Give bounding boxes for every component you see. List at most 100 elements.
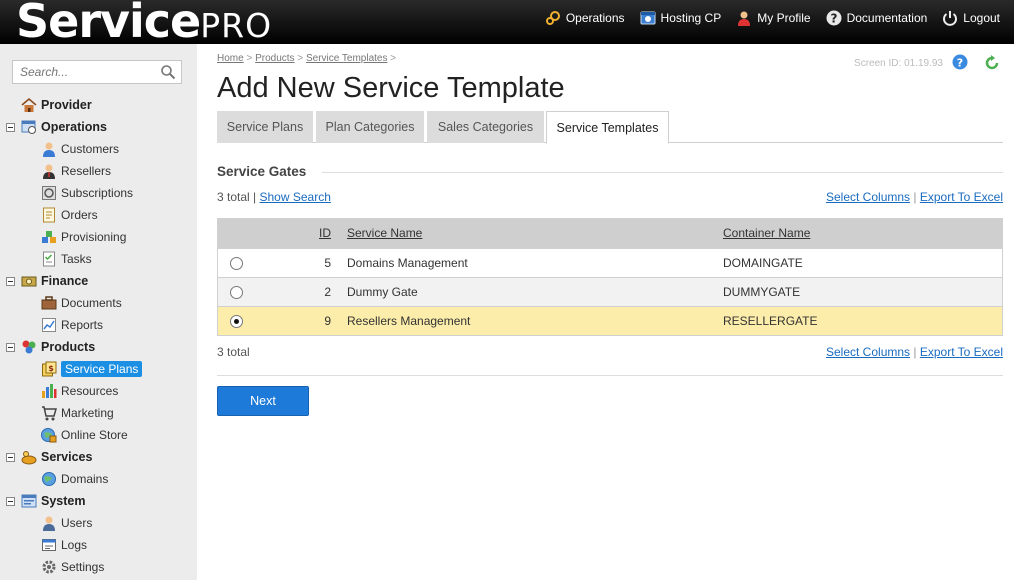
sidebar-item-label: Logs: [61, 538, 88, 552]
help-icon[interactable]: ?: [952, 54, 968, 70]
topnav-logout[interactable]: Logout: [942, 9, 1000, 27]
refresh-icon[interactable]: [983, 54, 1001, 72]
svg-text:?: ?: [957, 57, 963, 70]
sidebar-item-label: Provider: [41, 98, 92, 112]
tab-sales-categories[interactable]: Sales Categories: [427, 111, 544, 143]
topnav-logout-label: Logout: [963, 11, 1000, 25]
breadcrumb-home[interactable]: Home: [217, 53, 244, 64]
hosting-cp-icon: [640, 11, 656, 25]
collapse-services-toggle[interactable]: [6, 453, 15, 462]
select-columns-link[interactable]: Select Columns: [826, 190, 910, 204]
marketing-icon: [41, 405, 57, 421]
tab-service-plans[interactable]: Service Plans: [217, 111, 313, 143]
sidebar-item-tasks[interactable]: Tasks: [41, 249, 92, 269]
logo-suffix: PRO: [200, 6, 273, 45]
search-icon[interactable]: [160, 64, 176, 80]
sidebar-item-subscriptions[interactable]: Subscriptions: [41, 183, 133, 203]
app-logo[interactable]: ServicePRO: [16, 0, 272, 48]
sidebar-item-resellers[interactable]: Resellers: [41, 161, 111, 181]
table-row[interactable]: 5 Domains Management DOMAINGATE: [218, 248, 1002, 277]
sidebar-item-label: Users: [61, 516, 93, 530]
collapse-system-toggle[interactable]: [6, 497, 15, 506]
section-title: Service Gates: [217, 164, 307, 179]
sidebar-item-resources[interactable]: Resources: [41, 381, 118, 401]
sidebar-item-label: Resellers: [61, 164, 112, 178]
table-row[interactable]: 2 Dummy Gate DUMMYGATE: [218, 277, 1002, 306]
column-header-container-name[interactable]: Container Name: [723, 219, 810, 247]
breadcrumb: Home > Products > Service Templates >: [217, 53, 397, 64]
sidebar-item-services[interactable]: Services: [21, 447, 92, 467]
topnav-my-profile[interactable]: My Profile: [736, 9, 811, 27]
domains-icon: [41, 471, 57, 487]
column-header-service-name[interactable]: Service Name: [347, 219, 422, 247]
row-container-name: RESELLERGATE: [723, 314, 818, 328]
sidebar-item-logs[interactable]: Logs: [41, 535, 87, 555]
next-button[interactable]: Next: [217, 386, 309, 416]
topnav-operations-label: Operations: [565, 11, 625, 25]
online-store-icon: [41, 427, 57, 443]
sidebar-item-label: Settings: [61, 560, 105, 574]
topnav-hosting-cp[interactable]: Hosting CP: [640, 9, 721, 27]
sidebar-item-products[interactable]: Products: [21, 337, 95, 357]
documents-icon: [41, 295, 57, 311]
sidebar-item-label: Documents: [61, 296, 122, 310]
sidebar-item-label: Provisioning: [61, 230, 127, 244]
topnav-operations[interactable]: Operations: [545, 9, 625, 27]
export-excel-link[interactable]: Export To Excel: [920, 190, 1003, 204]
row-service-name: Resellers Management: [347, 314, 471, 328]
export-excel-link[interactable]: Export To Excel: [920, 345, 1003, 359]
sidebar-item-customers[interactable]: Customers: [41, 139, 119, 159]
logo-brand: Service: [16, 0, 201, 48]
breadcrumb-products[interactable]: Products: [255, 53, 294, 64]
row-radio-cell: [230, 249, 243, 277]
row-service-name: Dummy Gate: [347, 285, 418, 299]
tab-service-templates[interactable]: Service Templates: [546, 111, 669, 144]
sidebar-search-input[interactable]: [13, 61, 153, 83]
sidebar-item-service-plans[interactable]: $ Service Plans: [41, 359, 143, 379]
breadcrumb-service-templates[interactable]: Service Templates: [306, 53, 388, 64]
power-icon: [943, 11, 958, 26]
sidebar-item-provider[interactable]: Provider: [21, 95, 92, 115]
svg-text:?: ?: [830, 12, 837, 26]
svg-text:$: $: [48, 364, 54, 373]
row-radio-selected[interactable]: [230, 314, 243, 328]
profile-icon: [738, 11, 751, 26]
select-columns-link[interactable]: Select Columns: [826, 345, 910, 359]
sidebar-item-domains[interactable]: Domains: [41, 469, 108, 489]
sidebar-item-label: Service Plans: [61, 361, 143, 377]
row-radio[interactable]: [230, 256, 243, 270]
topnav-documentation[interactable]: ? Documentation: [826, 9, 927, 27]
tab-bar: Service Plans Plan Categories Sales Cate…: [217, 111, 1003, 144]
sidebar-item-system[interactable]: System: [21, 491, 85, 511]
list-toolbar-bottom: 3 total Select Columns | Export To Excel: [217, 345, 1003, 361]
sidebar-item-label: Customers: [61, 142, 120, 156]
sidebar-item-finance[interactable]: Finance: [21, 271, 88, 291]
show-search-link[interactable]: Show Search: [260, 190, 331, 204]
collapse-products-toggle[interactable]: [6, 343, 15, 352]
provisioning-icon: [41, 229, 57, 245]
list-summary: 3 total: [217, 345, 250, 359]
service-gates-table: ID Service Name Container Name 5 Domains…: [217, 218, 1003, 336]
collapse-operations-toggle[interactable]: [6, 123, 15, 132]
sidebar: Provider Operations Customers Resellers …: [0, 44, 197, 580]
sidebar-item-provisioning[interactable]: Provisioning: [41, 227, 126, 247]
collapse-finance-toggle[interactable]: [6, 277, 15, 286]
sidebar-item-users[interactable]: Users: [41, 513, 92, 533]
sidebar-item-settings[interactable]: Settings: [41, 557, 104, 577]
row-container-name: DUMMYGATE: [723, 285, 801, 299]
products-icon: [21, 339, 37, 355]
customer-icon: [41, 141, 57, 157]
row-radio[interactable]: [230, 285, 243, 299]
row-radio-cell: [230, 278, 243, 306]
sidebar-item-orders[interactable]: Orders: [41, 205, 98, 225]
sidebar-item-operations[interactable]: Operations: [21, 117, 107, 137]
column-header-id[interactable]: ID: [319, 219, 331, 247]
sidebar-item-marketing[interactable]: Marketing: [41, 403, 114, 423]
sidebar-item-reports[interactable]: Reports: [41, 315, 103, 335]
sidebar-item-documents[interactable]: Documents: [41, 293, 122, 313]
screen-id: Screen ID: 01.19.93: [854, 58, 943, 69]
sidebar-item-online-store[interactable]: Online Store: [41, 425, 128, 445]
table-row-selected[interactable]: 9 Resellers Management RESELLERGATE: [218, 306, 1002, 335]
sidebar-item-label: Subscriptions: [61, 186, 134, 200]
tab-plan-categories[interactable]: Plan Categories: [316, 111, 424, 143]
